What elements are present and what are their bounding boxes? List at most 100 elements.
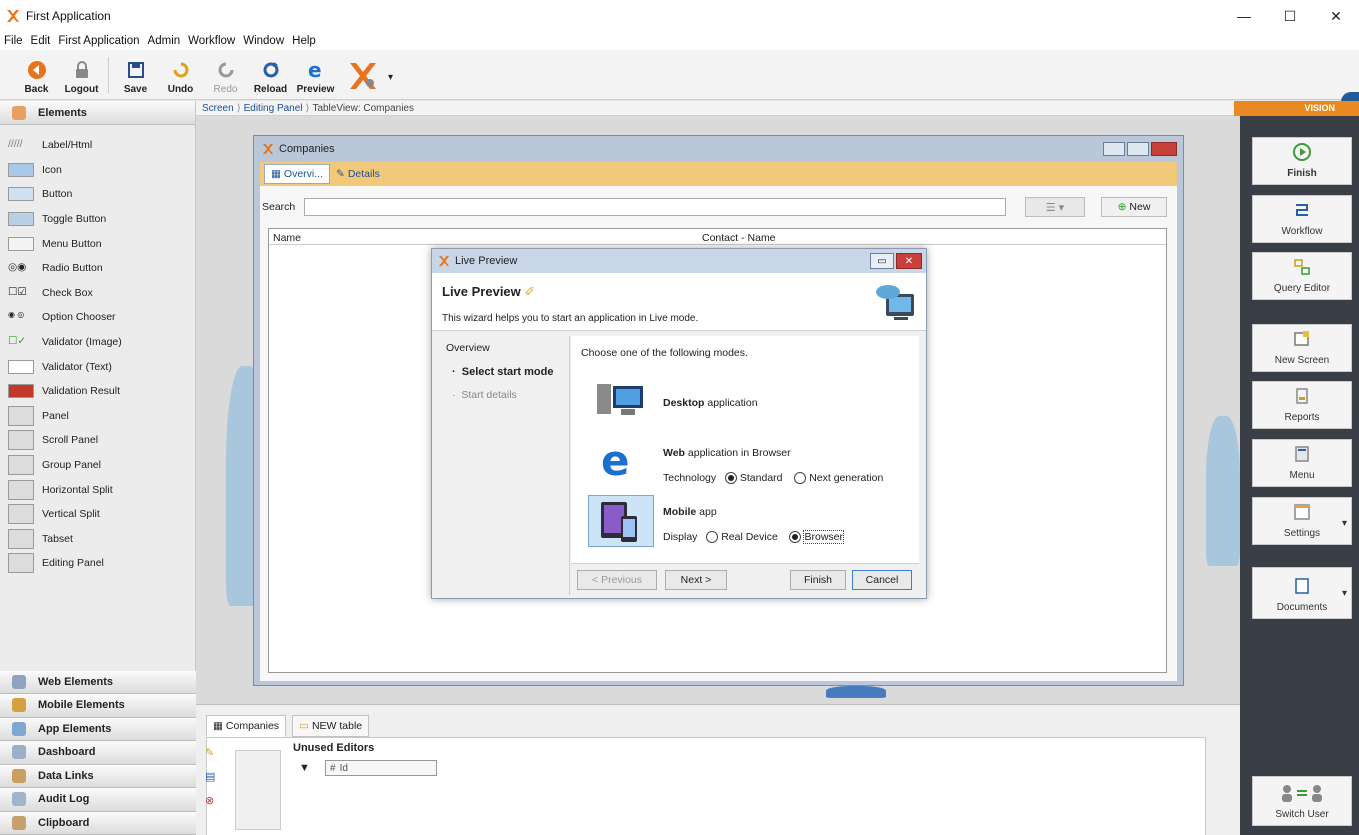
companies-title: Companies	[279, 143, 335, 155]
element-button[interactable]: Button	[0, 182, 195, 207]
element-radio-button[interactable]: ◎◉ Radio Button	[0, 256, 195, 281]
companies-restore-button[interactable]	[1127, 142, 1149, 156]
radio-next-generation[interactable]: Next generation	[794, 472, 883, 485]
tab-new-table[interactable]: ▭ NEW table	[292, 715, 370, 737]
table-icon: ▦	[271, 168, 281, 180]
elements-header[interactable]: Elements	[0, 101, 195, 125]
workflow-button[interactable]: Workflow	[1252, 195, 1352, 243]
dialog-close-button[interactable]: ✕	[896, 253, 922, 269]
desktop-computer-icon[interactable]	[595, 378, 647, 422]
menu-help[interactable]: Help	[292, 35, 316, 47]
menu-editor-button[interactable]: Menu	[1252, 439, 1352, 487]
minimize-button[interactable]: —	[1221, 0, 1267, 32]
companies-minimize-button[interactable]	[1103, 142, 1125, 156]
radio-standard[interactable]: Standard	[724, 472, 783, 485]
pencil-icon[interactable]: ✎	[205, 746, 214, 759]
next-button[interactable]: Next >	[665, 570, 727, 590]
reload-button[interactable]: Reload	[248, 53, 293, 99]
menu-workflow[interactable]: Workflow	[188, 35, 235, 47]
image-icon	[8, 162, 34, 177]
browser-e-icon[interactable]: e	[601, 441, 637, 481]
close-button[interactable]: ✕	[1313, 0, 1359, 32]
element-horizontal-split[interactable]: Horizontal Split	[0, 477, 195, 502]
element-menu-button[interactable]: Menu Button	[0, 231, 195, 256]
previous-button[interactable]: < Previous	[577, 570, 657, 590]
companies-close-button[interactable]	[1151, 142, 1177, 156]
element-tabset[interactable]: Tabset	[0, 527, 195, 552]
companies-title-bar: Companies	[254, 136, 1183, 162]
element-toggle-button[interactable]: Toggle Button	[0, 207, 195, 232]
column-contact-name[interactable]: Contact - Name	[702, 232, 776, 244]
settings-dropdown-icon[interactable]: ▾	[1342, 518, 1347, 529]
section-dashboard[interactable]: Dashboard	[0, 741, 196, 765]
element-option-chooser[interactable]: ◉ ◎ Option Chooser	[0, 305, 195, 330]
filter-icon[interactable]: ▼	[299, 762, 310, 774]
documents-dropdown-icon[interactable]: ▾	[1342, 588, 1347, 599]
logout-button[interactable]: Logout	[59, 53, 104, 99]
new-button[interactable]: ⊕ New	[1101, 197, 1167, 217]
desktop-application-option[interactable]: Desktop application	[663, 397, 758, 409]
section-data-links[interactable]: Data Links	[0, 764, 196, 788]
app-menu-button[interactable]	[338, 53, 388, 99]
maximize-button[interactable]: ☐	[1267, 0, 1313, 32]
reports-button[interactable]: Reports	[1252, 381, 1352, 429]
element-validator-text[interactable]: Validator (Text)	[0, 354, 195, 379]
menu-edit[interactable]: Edit	[31, 35, 51, 47]
section-web-elements[interactable]: Web Elements	[0, 670, 196, 694]
element-label-html[interactable]: /////Label/Html	[0, 133, 195, 158]
preview-button[interactable]: e Preview	[293, 53, 338, 99]
element-panel[interactable]: Panel	[0, 404, 195, 429]
menu-admin[interactable]: Admin	[148, 35, 181, 47]
radio-real-device[interactable]: Real Device	[706, 531, 778, 544]
section-app-elements[interactable]: App Elements	[0, 717, 196, 741]
dropdown-arrow-icon[interactable]: ▾	[388, 72, 393, 83]
radio-browser[interactable]: Browser	[789, 530, 844, 544]
breadcrumb-screen[interactable]: Screen	[202, 103, 234, 114]
new-screen-button[interactable]: New Screen	[1252, 324, 1352, 372]
section-mobile-elements[interactable]: Mobile Elements	[0, 694, 196, 718]
back-button[interactable]: Back	[14, 53, 59, 99]
web-application-option[interactable]: Web application in Browser	[663, 447, 791, 459]
horizontal-split-icon	[8, 479, 34, 500]
breadcrumb-editing-panel[interactable]: Editing Panel	[244, 103, 303, 114]
finish-button[interactable]: Finish	[790, 570, 846, 590]
element-icon[interactable]: Icon	[0, 158, 195, 183]
menu-file[interactable]: File	[4, 35, 23, 47]
column-name[interactable]: Name	[273, 232, 301, 244]
query-editor-button[interactable]: Query Editor	[1252, 252, 1352, 300]
undo-button[interactable]: Undo	[158, 53, 203, 99]
element-validator-image[interactable]: ☐✓ Validator (Image)	[0, 330, 195, 355]
element-group-panel[interactable]: Group Panel	[0, 453, 195, 478]
menu-window[interactable]: Window	[243, 35, 284, 47]
dialog-restore-button[interactable]: ▭	[870, 253, 894, 269]
element-scroll-panel[interactable]: Scroll Panel	[0, 428, 195, 453]
redo-button[interactable]: Redo	[203, 53, 248, 99]
delete-icon[interactable]: ⊗	[205, 794, 214, 807]
switch-user-button[interactable]: Switch User	[1252, 776, 1352, 826]
editors-pane: ✎ ▤ ⊗ Unused Editors ▼ # Id	[205, 737, 1206, 835]
mobile-option-tile[interactable]	[588, 495, 654, 547]
tab-overview[interactable]: ▦ Overvi...	[264, 164, 331, 184]
element-check-box[interactable]: ☐☑ Check Box	[0, 281, 195, 306]
audit-log-icon	[12, 792, 26, 807]
save-button[interactable]: Save	[113, 53, 158, 99]
element-validation-result[interactable]: Validation Result	[0, 379, 195, 404]
section-clipboard[interactable]: Clipboard	[0, 811, 196, 835]
search-input[interactable]	[304, 198, 1006, 216]
tab-details[interactable]: ✎ Details	[330, 164, 386, 184]
tab-companies[interactable]: ▦ Companies	[206, 715, 287, 737]
section-audit-log[interactable]: Audit Log	[0, 788, 196, 812]
finish-side-button[interactable]: Finish	[1252, 137, 1352, 185]
cancel-button[interactable]: Cancel	[852, 570, 912, 590]
dialog-window-controls: ▭ ✕	[868, 253, 922, 269]
field-id[interactable]: # Id	[325, 760, 437, 776]
mobile-app-option[interactable]: Mobile app	[663, 506, 717, 518]
menu-first-application[interactable]: First Application	[58, 35, 139, 47]
properties-icon[interactable]: ▤	[205, 770, 215, 783]
web-technology-row: Technology Standard Next generation	[663, 472, 884, 485]
settings-button[interactable]: Settings ▾	[1252, 497, 1352, 545]
documents-button[interactable]: Documents ▾	[1252, 567, 1352, 619]
list-menu-button[interactable]: ☰ ▾	[1025, 197, 1085, 217]
element-editing-panel[interactable]: Editing Panel	[0, 551, 195, 576]
element-vertical-split[interactable]: Vertical Split	[0, 502, 195, 527]
